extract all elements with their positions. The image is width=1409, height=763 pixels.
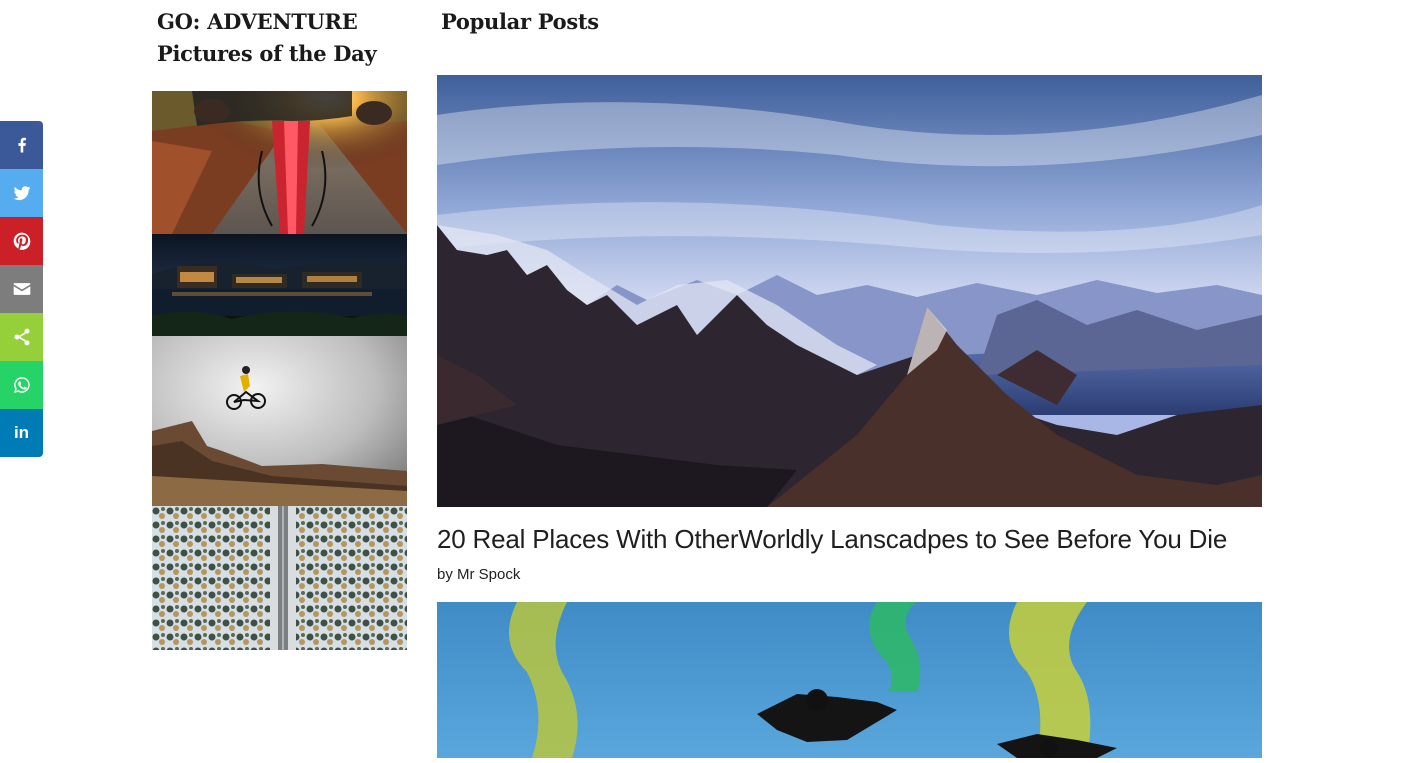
post-title[interactable]: 20 Real Places With OtherWorldly Lanscad… — [437, 520, 1277, 558]
post-image-otherworldly[interactable] — [437, 75, 1262, 507]
resort-photo — [152, 234, 407, 336]
sidebar-title-line2: Pictures of the Day — [157, 41, 377, 66]
email-icon — [13, 283, 30, 295]
bike-jump-photo — [152, 336, 407, 506]
post-byline: by Mr Spock — [437, 566, 521, 583]
twitter-icon — [13, 186, 30, 201]
popular-posts-heading: Popular Posts — [441, 9, 599, 34]
cycling-photo — [152, 91, 407, 234]
potd-image-bike-jump[interactable] — [152, 336, 407, 506]
post-image-skydivers[interactable] — [437, 602, 1262, 758]
pinterest-icon — [13, 232, 30, 250]
potd-image-resort[interactable] — [152, 234, 407, 336]
email-share-button[interactable] — [0, 265, 43, 313]
whatsapp-share-button[interactable] — [0, 361, 43, 409]
sidebar-title-line1: GO: ADVENTURE — [157, 9, 358, 34]
skydivers-photo — [437, 602, 1262, 758]
general-share-button[interactable] — [0, 313, 43, 361]
share-icon — [14, 328, 29, 346]
facebook-share-button[interactable] — [0, 121, 43, 169]
sidebar-title: GO: ADVENTURE Pictures of the Day — [157, 6, 417, 70]
linkedin-share-button[interactable]: in — [0, 409, 43, 457]
linkedin-icon: in — [13, 423, 30, 442]
pinterest-share-button[interactable] — [0, 217, 43, 265]
potd-image-cycling[interactable] — [152, 91, 407, 234]
twitter-share-button[interactable] — [0, 169, 43, 217]
forest-road-photo — [152, 506, 407, 650]
whatsapp-icon — [13, 377, 30, 393]
facebook-icon — [17, 137, 26, 153]
potd-image-forest-road[interactable] — [152, 506, 407, 650]
social-share-bar: in — [0, 121, 43, 457]
mountain-landscape-photo — [437, 75, 1262, 507]
pictures-of-the-day-list — [152, 91, 407, 650]
